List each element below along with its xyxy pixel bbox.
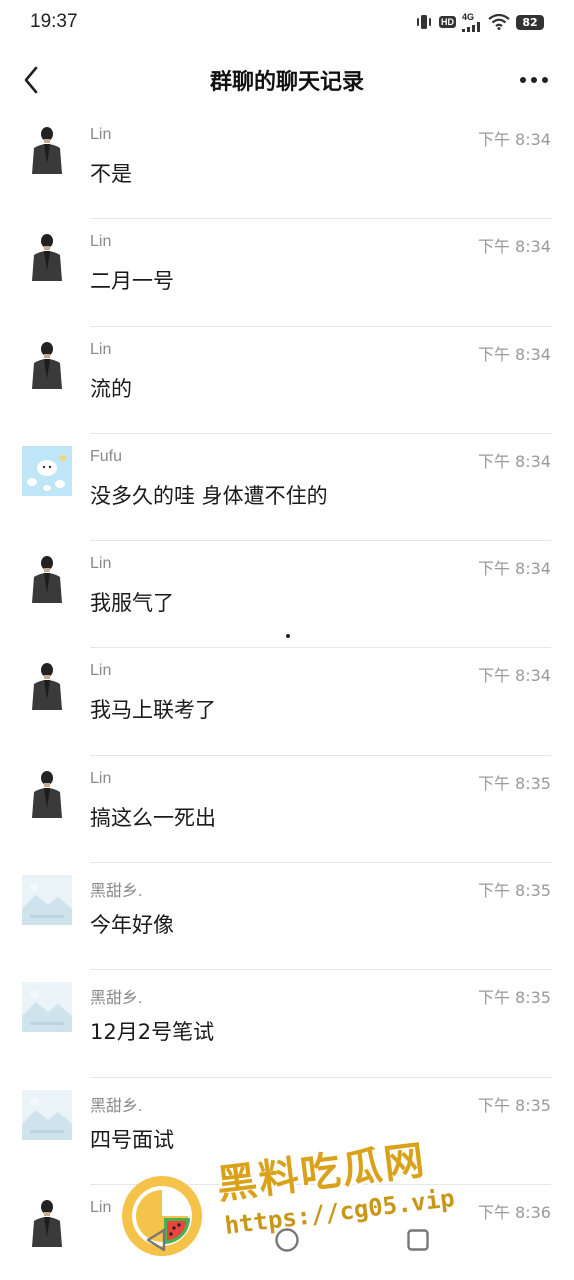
system-home-button[interactable] <box>272 1225 302 1255</box>
message-item[interactable]: Lin 下午 8:34 我马上联考了 <box>0 648 574 756</box>
sender-name: Lin <box>90 233 112 251</box>
message-time: 下午 8:34 <box>477 344 551 364</box>
message-time: 下午 8:34 <box>477 451 551 471</box>
message-item[interactable]: 黑甜乡. 下午 8:35 12月2号笔试 <box>0 970 574 1078</box>
user-avatar-icon <box>22 338 72 389</box>
sender-name: Lin <box>90 126 112 143</box>
message-item[interactable]: Fufu 下午 8:34 没多久的哇 身体遭不住的 <box>0 434 574 542</box>
avatar[interactable] <box>22 445 72 496</box>
message-text: 搞这么一死出 <box>90 805 216 830</box>
avatar[interactable] <box>22 875 72 926</box>
signal-icon: 4G <box>462 12 482 32</box>
message-text: 今年好像 <box>90 913 174 938</box>
system-back-button[interactable] <box>141 1225 171 1255</box>
user-avatar-icon <box>22 660 72 711</box>
avatar[interactable] <box>22 553 72 604</box>
page-title: 群聊的聊天记录 <box>209 70 364 95</box>
sender-name: 黑甜乡. <box>90 990 143 1008</box>
user-avatar-icon <box>22 124 72 174</box>
avatar[interactable] <box>22 1089 72 1140</box>
scroll-dot <box>286 634 290 638</box>
circle-home-icon <box>275 1228 299 1252</box>
message-list[interactable]: Lin 下午 8:34 不是 Lin 下午 8:34 二月一号 Lin 下午 8:34 流的 Fu… <box>0 112 574 1280</box>
message-text: 我马上联考了 <box>90 698 216 723</box>
hd-icon: HD <box>439 16 456 28</box>
avatar[interactable] <box>22 982 72 1033</box>
avatar[interactable] <box>22 660 72 711</box>
sender-name: Lin <box>90 340 112 358</box>
more-button[interactable] <box>516 66 552 94</box>
message-text: 没多久的哇 身体遭不住的 <box>90 483 328 508</box>
chevron-left-icon <box>24 66 38 94</box>
message-item[interactable]: Lin 下午 8:34 二月一号 <box>0 219 574 327</box>
message-time: 下午 8:34 <box>477 559 551 579</box>
cartoon-avatar-icon <box>22 445 72 496</box>
wifi-icon <box>488 14 510 30</box>
status-bar: 19:37 HD 4G 82 <box>0 0 574 44</box>
user-avatar-icon <box>22 231 72 282</box>
vibrate-icon <box>415 14 433 30</box>
sender-name: Fufu <box>90 447 123 465</box>
network-type: 4G <box>462 12 475 22</box>
message-time: 下午 8:35 <box>477 1095 551 1115</box>
status-time: 19:37 <box>30 11 78 32</box>
message-item[interactable]: Lin 下午 8:34 流的 <box>0 327 574 434</box>
message-item[interactable]: Lin 下午 8:35 搞这么一死出 <box>0 756 574 864</box>
message-item[interactable]: 黑甜乡. 下午 8:35 今年好像 <box>0 863 574 971</box>
battery-icon: 82 <box>516 14 544 30</box>
message-text: 12月2号笔试 <box>90 1020 215 1045</box>
user-avatar-icon <box>22 767 72 818</box>
sender-name: Lin <box>90 769 112 787</box>
message-item[interactable]: Lin 下午 8:34 我服气了 <box>0 541 574 649</box>
sender-name: 黑甜乡. <box>90 1097 143 1115</box>
message-time: 下午 8:35 <box>477 881 551 901</box>
landscape-avatar-icon <box>22 1089 72 1140</box>
status-icons: HD 4G 82 <box>415 12 544 32</box>
message-time: 下午 8:35 <box>477 773 551 793</box>
message-time: 下午 8:34 <box>477 237 551 257</box>
message-text: 流的 <box>90 376 132 401</box>
user-avatar-icon <box>22 553 72 604</box>
system-recents-button[interactable] <box>403 1225 433 1255</box>
more-dots-icon <box>520 77 548 83</box>
message-text: 我服气了 <box>90 591 174 616</box>
nav-bar: 群聊的聊天记录 <box>0 50 574 110</box>
message-time: 下午 8:35 <box>477 988 551 1008</box>
avatar[interactable] <box>22 767 72 818</box>
sender-name: Lin <box>90 555 112 573</box>
message-time: 下午 8:34 <box>477 130 551 149</box>
avatar[interactable] <box>22 124 72 174</box>
message-time: 下午 8:34 <box>477 666 551 686</box>
landscape-avatar-icon <box>22 982 72 1033</box>
sender-name: Lin <box>90 662 112 680</box>
avatar[interactable] <box>22 338 72 389</box>
message-text: 不是 <box>90 162 132 186</box>
sender-name: 黑甜乡. <box>90 883 143 901</box>
avatar[interactable] <box>22 231 72 282</box>
landscape-avatar-icon <box>22 875 72 926</box>
back-button[interactable] <box>14 62 48 98</box>
triangle-back-icon <box>146 1228 165 1252</box>
system-nav-bar <box>0 1210 574 1280</box>
message-text: 二月一号 <box>90 269 174 294</box>
square-recents-icon <box>407 1229 430 1251</box>
message-item[interactable]: Lin 下午 8:34 不是 <box>0 112 574 220</box>
